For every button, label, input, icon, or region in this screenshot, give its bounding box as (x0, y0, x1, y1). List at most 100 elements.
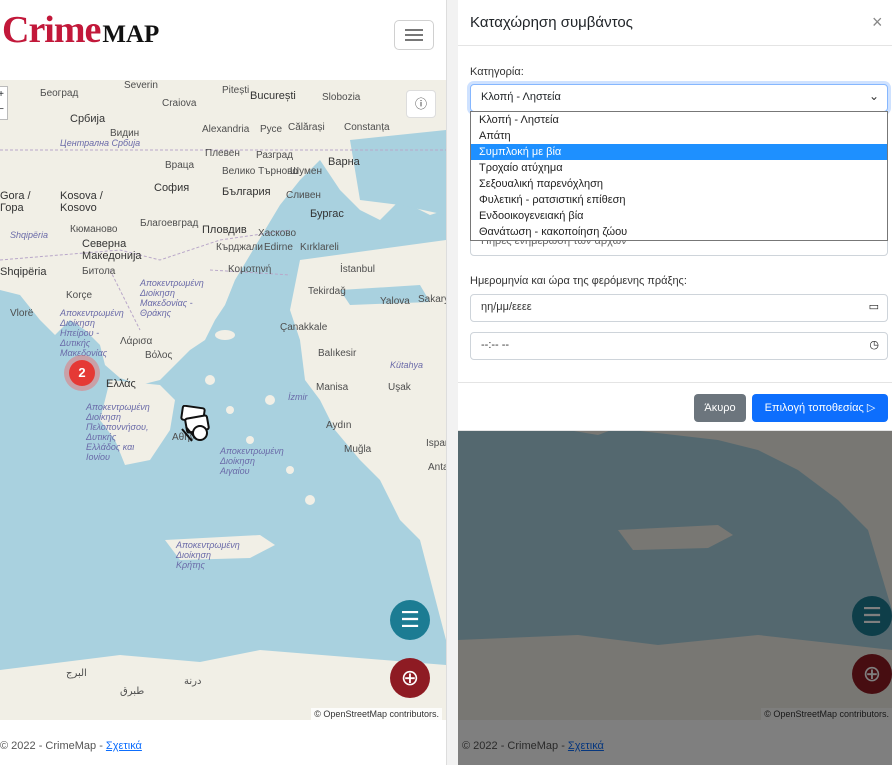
category-option[interactable]: Φυλετική - ρατσιστική επίθεση (471, 192, 887, 208)
map-label: Slobozia (322, 92, 361, 103)
map-label: Централна Србија (60, 138, 141, 148)
brand-logo[interactable]: CrimeMAP (2, 8, 159, 52)
logo-crime-text: Crime (2, 9, 101, 51)
cancel-button[interactable]: Άκυρο (694, 394, 746, 422)
date-input[interactable]: ηη/μμ/εεεε ▭ (470, 294, 888, 322)
modal-header-divider (458, 45, 892, 46)
crime-marker-icon[interactable] (178, 405, 218, 445)
map-label: Разград (256, 150, 293, 161)
zoom-in-button[interactable]: + (0, 87, 7, 102)
map-label: Tekirdağ (308, 286, 346, 297)
map-label: Călărași (288, 122, 325, 133)
map-label: Manisa (316, 382, 349, 393)
arrow-right-icon: ▷ (866, 402, 876, 414)
map-label: Велико Търново (222, 166, 298, 177)
calendar-icon[interactable]: ▭ (869, 300, 879, 313)
logo-map-text: MAP (102, 21, 160, 48)
map-label: Kosova / (60, 190, 103, 202)
about-link[interactable]: Σχετικά (106, 740, 142, 752)
category-dropdown-list: Κλοπή - Ληστεία Απάτη Συμπλοκή με βία Τρ… (470, 111, 888, 241)
map-label: България (222, 186, 271, 198)
map-label: Кърджали (216, 242, 263, 253)
info-icon: ⓘ (414, 97, 427, 111)
map-label: Pitești (222, 85, 250, 96)
time-input[interactable]: --:-- -- ◷ (470, 332, 888, 360)
modal-title: Καταχώρηση συμβάντος (470, 14, 633, 31)
map-label: Yalova (380, 296, 410, 307)
map-label: Kütahya (390, 360, 424, 370)
date-placeholder: ηη/μμ/εεεε (481, 301, 532, 313)
map-label: Antalya (428, 462, 446, 473)
map-label: Constanța (344, 122, 390, 133)
menu-toggle-button[interactable] (394, 20, 434, 50)
category-option[interactable]: Τροχαίο ατύχημα (471, 160, 887, 176)
marker-cluster[interactable]: 2 (64, 355, 100, 391)
map-attribution[interactable]: © OpenStreetMap contributors. (311, 708, 442, 720)
map-label: البرج (66, 668, 87, 679)
filter-icon: ☰ (400, 607, 420, 632)
map-label: Shqipëria (0, 266, 47, 278)
cluster-count: 2 (69, 360, 95, 386)
datetime-label: Ημερομηνία και ώρα της φερόμενης πράξης: (470, 275, 687, 287)
category-option[interactable]: Κλοπή - Ληστεία (471, 112, 887, 128)
category-option[interactable]: Σεξουαλική παρενόχληση (471, 176, 887, 192)
category-label: Κατηγορία: (470, 66, 524, 78)
map-label: Шумен (290, 166, 323, 177)
info-button[interactable]: ⓘ (406, 90, 436, 118)
category-option[interactable]: Θανάτωση - κακοποίηση ζώου (471, 224, 887, 240)
select-location-button[interactable]: Επιλογή τοποθεσίας ▷ (752, 394, 888, 422)
map-label: Λάρισα (120, 336, 153, 347)
map-label: Αποκεντρωμένη Διοίκηση Αιγαίου (220, 446, 284, 476)
map-label: София (154, 182, 190, 194)
map-label: طبرق (120, 686, 145, 697)
map-label: Пловдив (202, 224, 247, 236)
map-label: درنة (184, 676, 202, 687)
modal-footer-divider (458, 382, 892, 383)
add-icon: ⊕ (400, 665, 420, 690)
category-option[interactable]: Απάτη (471, 128, 887, 144)
map-label: Shqipëria (10, 230, 49, 240)
add-incident-button[interactable]: ⊕ (390, 658, 430, 698)
clock-icon[interactable]: ◷ (869, 338, 879, 351)
map-label: Враца (165, 160, 195, 171)
category-selected-value: Κλοπή - Ληστεία (481, 91, 561, 103)
map-label: Αποκεντρωμένη Διοίκηση Ηπείρου - Δυτικής… (60, 308, 124, 358)
map-label: Isparta (426, 438, 446, 449)
map-view[interactable]: Београд Severin Craiova Pitești Bucureșt… (0, 80, 446, 720)
modal-page: ☰ ⊕ © OpenStreetMap contributors. © 2022… (458, 0, 892, 765)
select-location-label: Επιλογή τοποθεσίας (764, 402, 864, 414)
close-icon[interactable]: × (872, 12, 883, 33)
filter-button[interactable]: ☰ (390, 600, 430, 640)
map-label: Београд (40, 88, 79, 99)
map-label: Битола (82, 266, 116, 277)
map-label: Balıkesir (318, 348, 357, 359)
chevron-down-icon: ⌄ (868, 89, 879, 103)
map-label: Korçe (66, 290, 93, 301)
time-placeholder: --:-- -- (481, 339, 510, 351)
zoom-control[interactable]: + − (0, 86, 8, 120)
map-label: Aydın (326, 420, 352, 431)
category-option[interactable]: Ενδοοικογενειακή βία (471, 208, 887, 224)
map-label: İstanbul (340, 264, 376, 275)
map-label: Бургас (310, 208, 344, 220)
map-label: Плевен (205, 148, 240, 159)
map-label: Sakarya (418, 294, 446, 305)
incident-modal: Καταχώρηση συμβάντος × Κατηγορία: Κλοπή … (458, 0, 892, 431)
map-label: Хасково (258, 228, 297, 239)
map-label: Ελλάς (106, 378, 136, 390)
map-label: Gora / (0, 190, 31, 202)
zoom-out-button[interactable]: − (0, 102, 7, 117)
map-label: Βόλος (145, 350, 173, 361)
map-label: Craiova (162, 98, 197, 109)
map-label: Сливен (286, 190, 321, 201)
category-select[interactable]: Κλοπή - Ληστεία ⌄ (470, 84, 888, 112)
map-label: Северна Македонија (82, 238, 142, 262)
map-label: Варна (328, 156, 360, 168)
map-label: Kosovo (60, 202, 97, 214)
map-label: Благоевград (140, 218, 199, 229)
category-option-highlighted[interactable]: Συμπλοκή με βία (471, 144, 887, 160)
modal-backdrop[interactable] (458, 410, 892, 765)
map-label: Русе (260, 124, 283, 135)
map-label: București (250, 90, 296, 102)
map-label: Αποκεντρωμένη Διοίκηση Πελοποννήσου, Δυτ… (86, 402, 150, 462)
